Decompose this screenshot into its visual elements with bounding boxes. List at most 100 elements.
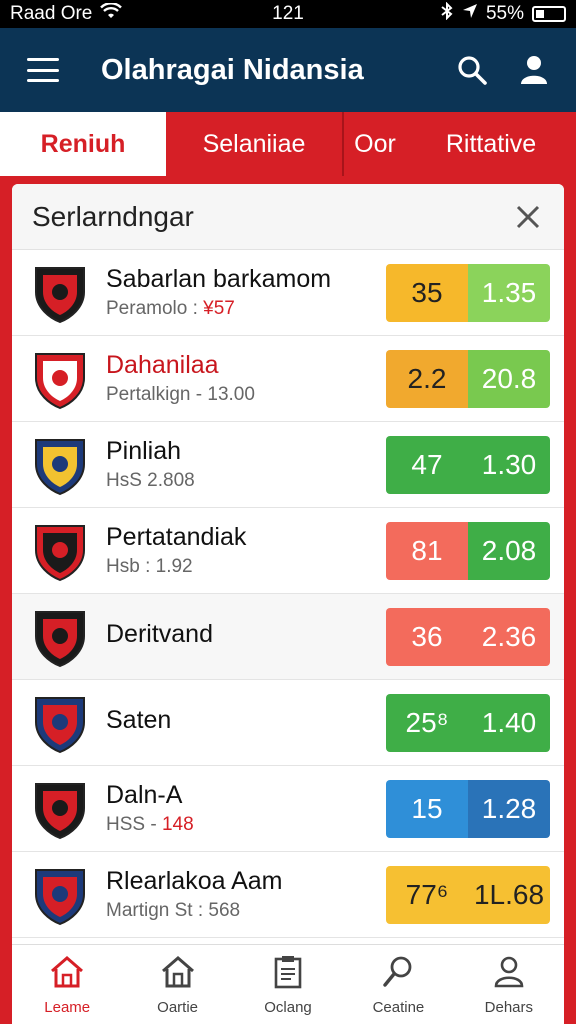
odd-button-2[interactable]: 2.36: [468, 607, 550, 666]
odd-button-2[interactable]: 1.40: [468, 693, 550, 752]
nav-label: Ceatine: [372, 998, 425, 1016]
matches-panel: Serlarndngar Sabarlan barkamom Peramolo :…: [12, 184, 564, 944]
match-row[interactable]: Saten 25⁸ 1.40: [12, 680, 564, 766]
tab-oor[interactable]: Oor: [344, 112, 406, 176]
match-info: Rlearlakoa Aam Martign St : 568: [106, 867, 386, 922]
match-subtitle: HSS - 148: [106, 814, 386, 836]
match-row[interactable]: Sabarlan barkamom Peramolo : ¥57 35 1.35: [12, 250, 564, 336]
nav-item-leame[interactable]: Leame: [12, 945, 122, 1024]
odd-button-1[interactable]: 47: [386, 435, 468, 494]
wifi-icon: [100, 2, 123, 25]
odd-button-1[interactable]: 81: [386, 521, 468, 580]
team-name: Saten: [106, 706, 172, 734]
close-icon[interactable]: [510, 199, 546, 235]
match-row[interactable]: Dahanilaa Pertalkign - 13.00 2.2 20.8: [12, 336, 564, 422]
bluetooth-icon: [440, 1, 454, 26]
match-row[interactable]: Deritvand 36 2.36: [12, 594, 564, 680]
search-icon: [380, 954, 416, 995]
match-row[interactable]: Rlearlakoa Aam Martign St : 568 77⁶ 1L.68: [12, 852, 564, 938]
status-bar: Raad Ore 121 55%: [0, 0, 576, 28]
team-crest-icon: [30, 262, 90, 324]
subtitle-text: Peramolo :: [106, 298, 204, 319]
odd-button-1[interactable]: 2.2: [386, 349, 468, 408]
odd-button-1[interactable]: 35: [386, 263, 468, 322]
team-name: Deritvand: [106, 620, 213, 648]
tab-selaniiae[interactable]: Selaniiae: [166, 112, 344, 176]
odd-button-2[interactable]: 1.35: [468, 263, 550, 322]
nav-item-oclang[interactable]: Oclang: [233, 945, 343, 1024]
location-arrow-icon: [462, 3, 478, 25]
team-crest-icon: [30, 692, 90, 754]
carrier-label: Raad Ore: [10, 3, 93, 24]
odd-button-2[interactable]: 1.30: [468, 435, 550, 494]
tab-label: Rittative: [445, 129, 537, 158]
odd-button-1[interactable]: 36: [386, 607, 468, 666]
hamburger-icon[interactable]: [27, 58, 59, 82]
team-crest-icon: [30, 434, 90, 496]
battery-icon: [532, 6, 566, 22]
match-info: Pertatandiak Hsb : 1.92: [106, 523, 386, 578]
nav-item-dehars[interactable]: Dehars: [454, 945, 564, 1024]
match-row[interactable]: Pertatandiak Hsb : 1.92 81 2.08: [12, 508, 564, 594]
match-row[interactable]: Daln-A HSS - 148 15 1.28: [12, 766, 564, 852]
match-info: Dahanilaa Pertalkign - 13.00: [106, 351, 386, 406]
match-row[interactable]: Pinliah HsS 2.808 47 1.30: [12, 422, 564, 508]
tab-reniuh[interactable]: Reniuh: [0, 112, 166, 176]
match-list: Sabarlan barkamom Peramolo : ¥57 35 1.35 Dah…: [12, 250, 564, 938]
odds-group: 77⁶ 1L.68: [386, 865, 550, 924]
team-crest-icon: [30, 520, 90, 582]
tab-rittative[interactable]: Rittative: [406, 112, 576, 176]
match-info: Daln-A HSS - 148: [106, 781, 386, 836]
team-name: Daln-A: [106, 781, 183, 809]
match-subtitle: HsS 2.808: [106, 470, 386, 492]
odd-button-2[interactable]: 1.28: [468, 779, 550, 838]
odds-group: 47 1.30: [386, 435, 550, 494]
tab-label: Oor: [354, 129, 396, 158]
home-icon: [48, 954, 86, 995]
bottom-nav: Leame Oartie Oclang Ceatine Dehars: [12, 944, 564, 1024]
house-icon: [159, 954, 197, 995]
odd-button-2[interactable]: 20.8: [468, 349, 550, 408]
team-name: Pertatandiak: [106, 523, 247, 551]
odd-button-2[interactable]: 2.08: [468, 521, 550, 580]
match-subtitle: Hsb : 1.92: [106, 556, 386, 578]
team-crest-icon: [30, 864, 90, 926]
match-subtitle: Martign St : 568: [106, 900, 386, 922]
match-subtitle: Peramolo : ¥57: [106, 298, 386, 320]
panel-header: Serlarndngar: [12, 184, 564, 250]
team-name: Pinliah: [106, 437, 182, 465]
subtitle-highlight: ¥57: [203, 298, 235, 319]
subtitle-text: HsS 2.808: [106, 470, 195, 491]
odds-group: 81 2.08: [386, 521, 550, 580]
nav-item-ceatine[interactable]: Ceatine: [343, 945, 453, 1024]
match-subtitle: Pertalkign - 13.00: [106, 384, 386, 406]
odd-button-1[interactable]: 15: [386, 779, 468, 838]
subtitle-text: HSS -: [106, 814, 162, 835]
team-name: Dahanilaa: [106, 351, 219, 379]
match-info: Saten: [106, 706, 386, 739]
subtitle-text: Hsb : 1.92: [106, 556, 193, 577]
search-icon[interactable]: [452, 50, 492, 90]
subtitle-text: Pertalkign - 13.00: [106, 384, 255, 405]
user-icon[interactable]: [514, 50, 554, 90]
match-info: Sabarlan barkamom Peramolo : ¥57: [106, 265, 386, 320]
odd-button-1[interactable]: 77⁶: [386, 865, 468, 924]
nav-item-oartie[interactable]: Oartie: [122, 945, 232, 1024]
nav-label: Oartie: [157, 998, 199, 1016]
odd-button-2[interactable]: 1L.68: [468, 865, 550, 924]
odds-group: 15 1.28: [386, 779, 550, 838]
team-crest-icon: [30, 778, 90, 840]
app-bar: Olahragai Nidansia: [0, 28, 576, 112]
odd-button-1[interactable]: 25⁸: [386, 693, 468, 752]
odds-group: 35 1.35: [386, 263, 550, 322]
match-info: Pinliah HsS 2.808: [106, 437, 386, 492]
odds-group: 36 2.36: [386, 607, 550, 666]
team-name: Sabarlan barkamom: [106, 265, 332, 293]
panel-title: Serlarndngar: [32, 200, 194, 232]
odds-group: 2.2 20.8: [386, 349, 550, 408]
team-name: Rlearlakoa Aam: [106, 867, 283, 895]
subtitle-text: Martign St : 568: [106, 900, 241, 921]
match-info: Deritvand: [106, 620, 386, 653]
app-title: Olahragai Nidansia: [101, 53, 364, 86]
tab-label: Selaniiae: [202, 129, 306, 158]
